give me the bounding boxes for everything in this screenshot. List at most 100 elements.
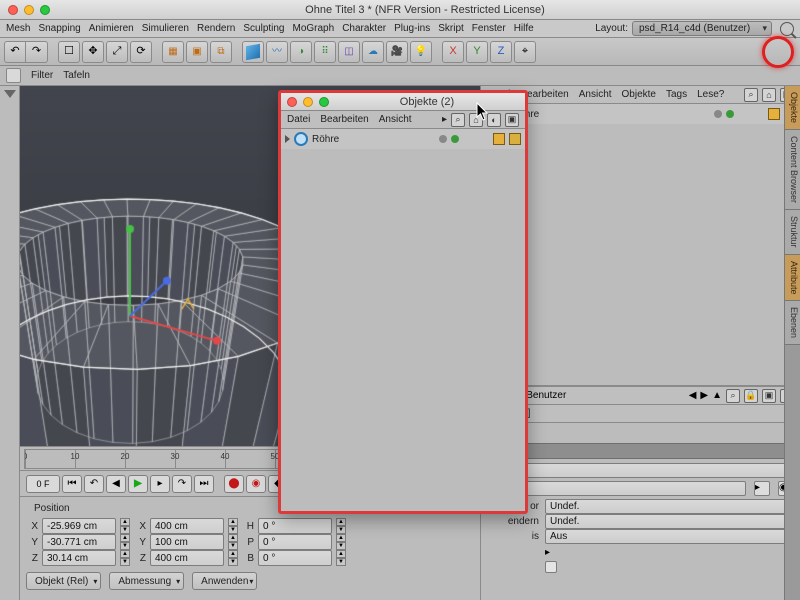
attr-row-field[interactable]: Aus xyxy=(545,529,794,544)
menu-script[interactable]: Skript xyxy=(438,23,464,34)
objmgr-menu-objects[interactable]: Objekte xyxy=(622,89,656,100)
filter-icon[interactable] xyxy=(6,68,21,83)
spinner[interactable]: ▲▼ xyxy=(336,518,346,534)
deformer-button[interactable]: ◫ xyxy=(338,41,360,63)
floating-object-manager-window[interactable]: Objekte (2) Datei Bearbeiten Ansicht ▸ ⌕… xyxy=(278,90,528,514)
filter-label[interactable]: Filter xyxy=(31,70,53,81)
position-Y-field[interactable]: -30.771 cm xyxy=(42,534,116,550)
spinner[interactable]: ▲▼ xyxy=(120,518,130,534)
attr-nav-back-icon[interactable]: ◀ xyxy=(689,390,697,401)
size-X-field[interactable]: 400 cm xyxy=(150,518,224,534)
float-arrow-icon[interactable]: ▸ xyxy=(442,114,447,125)
primitive-cube-button[interactable] xyxy=(242,41,264,63)
vtab-attribute[interactable]: Attribute xyxy=(785,255,800,302)
render-settings-button[interactable]: ▣ xyxy=(186,41,208,63)
scale-tool-button[interactable]: ⤢ xyxy=(106,41,128,63)
float-object-row-tube[interactable]: Röhre xyxy=(281,129,525,149)
zoom-window-button[interactable] xyxy=(40,5,50,15)
vtab-content-browser[interactable]: Content Browser xyxy=(785,130,800,210)
attr-row-field[interactable]: Undef. xyxy=(545,514,794,529)
float-menu-view[interactable]: Ansicht xyxy=(379,114,412,125)
coord-mode-dropdown[interactable]: Objekt (Rel) xyxy=(26,572,101,590)
layout-dropdown[interactable]: psd_R14_c4d (Benutzer) xyxy=(632,21,772,36)
float-disclosure-icon[interactable] xyxy=(285,135,290,143)
attr-row-field[interactable]: Undef. xyxy=(545,499,794,514)
autokey-button[interactable]: ◉ xyxy=(246,475,266,493)
rotation-H-field[interactable]: 0 ° xyxy=(258,518,332,534)
attr-lock-icon[interactable]: 🔒 xyxy=(744,389,758,403)
attr-new-icon[interactable]: ▣ xyxy=(762,389,776,403)
rotation-P-field[interactable]: 0 ° xyxy=(258,534,332,550)
attr-checkbox[interactable] xyxy=(545,561,557,573)
attr-nav-up-icon[interactable]: ▲ xyxy=(712,390,722,401)
next-frame-button[interactable]: ▸ xyxy=(150,475,170,493)
next-key-button[interactable]: ↷ xyxy=(172,475,192,493)
objmgr-menu-bookmarks[interactable]: Lese? xyxy=(697,89,724,100)
move-tool-button[interactable]: ✥ xyxy=(82,41,104,63)
vtab-layers[interactable]: Ebenen xyxy=(785,301,800,345)
menu-help[interactable]: Hilfe xyxy=(514,23,534,34)
prev-key-button[interactable]: ↶ xyxy=(84,475,104,493)
spinner[interactable]: ▲▼ xyxy=(336,534,346,550)
attr-layer-color-button[interactable]: ▸ xyxy=(754,481,770,496)
panels-label[interactable]: Tafeln xyxy=(63,70,90,81)
objmgr-menu-view[interactable]: Ansicht xyxy=(579,89,612,100)
apply-button[interactable]: Anwenden xyxy=(192,572,257,590)
spinner[interactable]: ▲▼ xyxy=(120,550,130,566)
close-window-button[interactable] xyxy=(8,5,18,15)
float-menu-file[interactable]: Datei xyxy=(287,114,310,125)
menu-simulate[interactable]: Simulieren xyxy=(142,23,189,34)
size-mode-dropdown[interactable]: Abmessung xyxy=(109,572,184,590)
axis-y-button[interactable]: Y xyxy=(466,41,488,63)
menu-window[interactable]: Fenster xyxy=(472,23,506,34)
float-tex-tag-icon[interactable] xyxy=(509,133,521,145)
prev-frame-button[interactable]: ◀ xyxy=(106,475,126,493)
objmgr-home-icon[interactable]: ⌂ xyxy=(762,88,776,102)
render-view-button[interactable]: ▦ xyxy=(162,41,184,63)
rotate-tool-button[interactable]: ⟳ xyxy=(130,41,152,63)
position-X-field[interactable]: -25.969 cm xyxy=(42,518,116,534)
goto-end-button[interactable]: ⏭ xyxy=(194,475,214,493)
spinner[interactable]: ▲▼ xyxy=(228,534,238,550)
menu-mograph[interactable]: MoGraph xyxy=(293,23,335,34)
float-search-icon[interactable]: ⌕ xyxy=(451,113,465,127)
object-row-tube[interactable]: Röhre xyxy=(481,104,800,124)
attr-section-header[interactable]: ften xyxy=(481,443,800,459)
float-min-button[interactable] xyxy=(303,97,313,107)
float-dock-icon[interactable]: ▣ xyxy=(505,113,519,127)
vtab-structure[interactable]: Struktur xyxy=(785,210,800,255)
redo-button[interactable]: ↷ xyxy=(26,41,48,63)
attr-arrow-icon[interactable]: ▸ xyxy=(545,547,550,558)
menu-character[interactable]: Charakter xyxy=(342,23,386,34)
environment-button[interactable]: ☁ xyxy=(362,41,384,63)
object-visibility-dots[interactable] xyxy=(714,110,734,118)
minimize-window-button[interactable] xyxy=(24,5,34,15)
float-eye-icon[interactable]: ◐ xyxy=(487,113,501,127)
rotation-B-field[interactable]: 0 ° xyxy=(258,550,332,566)
array-button[interactable]: ⠿ xyxy=(314,41,336,63)
float-phong-tag-icon[interactable] xyxy=(493,133,505,145)
spinner[interactable]: ▲▼ xyxy=(120,534,130,550)
attr-name-field[interactable]: Röhre xyxy=(487,463,794,478)
phong-tag-icon[interactable] xyxy=(768,108,780,120)
attr-menu-user[interactable]: Benutzer xyxy=(526,390,566,401)
menu-sculpting[interactable]: Sculpting xyxy=(243,23,284,34)
float-object-name[interactable]: Röhre xyxy=(312,134,339,145)
size-Z-field[interactable]: 400 cm xyxy=(150,550,224,566)
axis-z-button[interactable]: Z xyxy=(490,41,512,63)
menu-plugins[interactable]: Plug-ins xyxy=(394,23,430,34)
render-queue-button[interactable]: ⧉ xyxy=(210,41,232,63)
menu-mesh[interactable]: Mesh xyxy=(6,23,30,34)
spinner[interactable]: ▲▼ xyxy=(228,518,238,534)
live-select-button[interactable]: ☐ xyxy=(58,41,80,63)
camera-button[interactable]: 🎥 xyxy=(386,41,408,63)
spline-button[interactable]: 〰 xyxy=(266,41,288,63)
float-zoom-button[interactable] xyxy=(319,97,329,107)
start-frame-field[interactable]: 0 F xyxy=(26,475,60,493)
attr-search-icon[interactable]: ⌕ xyxy=(726,389,740,403)
float-menu-edit[interactable]: Bearbeiten xyxy=(320,114,368,125)
vtab-objects[interactable]: Objekte xyxy=(785,86,800,130)
float-close-button[interactable] xyxy=(287,97,297,107)
attr-nav-fwd-icon[interactable]: ▶ xyxy=(700,390,708,401)
goto-start-button[interactable]: ⏮ xyxy=(62,475,82,493)
